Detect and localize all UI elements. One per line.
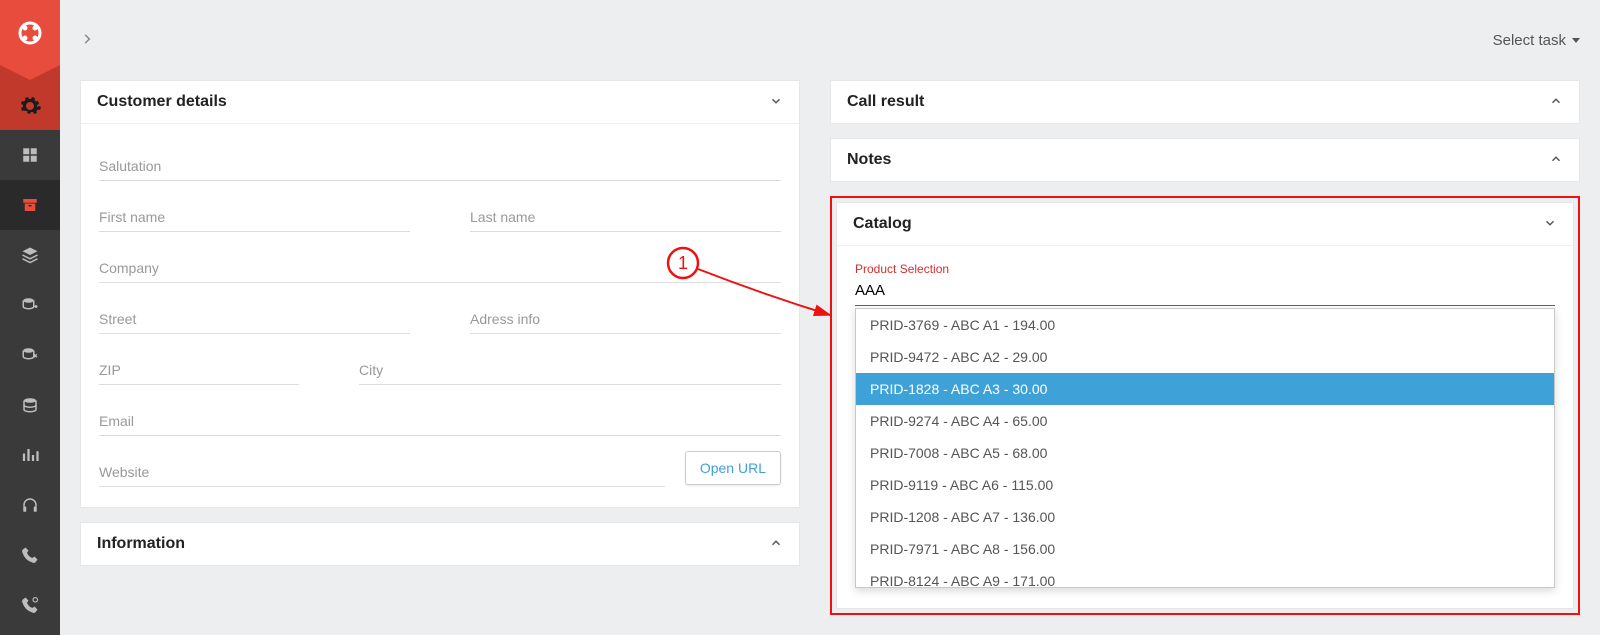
panel-header-call-result[interactable]: Call result — [831, 81, 1579, 123]
product-selection-input[interactable] — [855, 278, 1555, 306]
product-option[interactable]: PRID-1828 - ABC A3 - 30.00 — [856, 373, 1554, 405]
panel-call-result: Call result — [830, 80, 1580, 124]
panel-notes: Notes — [830, 138, 1580, 182]
archive-icon — [21, 196, 39, 214]
app-logo[interactable] — [0, 0, 60, 65]
product-option[interactable]: PRID-7971 - ABC A8 - 156.00 — [856, 533, 1554, 565]
breadcrumb[interactable] — [80, 32, 94, 49]
nav-db-minus[interactable] — [0, 330, 60, 380]
nav-database[interactable] — [0, 380, 60, 430]
gear-icon — [18, 94, 42, 118]
address-info-input[interactable] — [470, 305, 781, 334]
nav-archive[interactable] — [0, 180, 60, 230]
chart-icon — [21, 446, 39, 464]
first-name-input[interactable] — [99, 203, 410, 232]
nav-chart[interactable] — [0, 430, 60, 480]
panel-header-information[interactable]: Information — [81, 523, 799, 565]
panel-title: Information — [97, 535, 185, 553]
chevron-up-icon — [769, 536, 783, 553]
product-option[interactable]: PRID-7008 - ABC A5 - 68.00 — [856, 437, 1554, 469]
product-option[interactable]: PRID-9472 - ABC A2 - 29.00 — [856, 341, 1554, 373]
annotation-highlight-box: Catalog Product Selection PRID-3769 - AB… — [830, 196, 1580, 615]
main-area: Select task Customer details Salutat — [60, 0, 1600, 635]
panel-catalog: Catalog Product Selection PRID-3769 - AB… — [836, 202, 1574, 609]
product-selection-label: Product Selection — [855, 262, 1555, 276]
db-minus-icon — [21, 346, 39, 364]
phone-icon — [21, 546, 39, 564]
dashboard-icon — [21, 146, 39, 164]
database-icon — [21, 396, 39, 414]
panel-title: Customer details — [97, 93, 227, 111]
panel-header-customer[interactable]: Customer details — [81, 81, 799, 123]
panel-title: Notes — [847, 151, 891, 169]
db-plus-icon — [21, 296, 39, 314]
zip-input[interactable] — [99, 356, 299, 385]
chevron-up-icon — [1549, 94, 1563, 111]
nav-layers[interactable] — [0, 230, 60, 280]
product-option[interactable]: PRID-9274 - ABC A4 - 65.00 — [856, 405, 1554, 437]
nav-headphones[interactable] — [0, 480, 60, 530]
topbar: Select task — [60, 0, 1600, 80]
product-dropdown[interactable]: PRID-3769 - ABC A1 - 194.00PRID-9472 - A… — [855, 308, 1555, 588]
caret-down-icon — [1572, 38, 1580, 43]
panel-title: Call result — [847, 93, 924, 111]
email-input[interactable] — [99, 407, 781, 436]
panel-header-catalog[interactable]: Catalog — [837, 203, 1573, 245]
select-task-dropdown[interactable]: Select task — [1493, 32, 1580, 49]
product-option[interactable]: PRID-9119 - ABC A6 - 115.00 — [856, 469, 1554, 501]
street-input[interactable] — [99, 305, 410, 334]
company-input[interactable] — [99, 254, 781, 283]
panel-customer-details: Customer details Salutation — [80, 80, 800, 508]
product-option[interactable]: PRID-8124 - ABC A9 - 171.00 — [856, 565, 1554, 588]
chevron-right-icon — [80, 32, 94, 46]
panel-title: Catalog — [853, 215, 912, 233]
open-url-button[interactable]: Open URL — [685, 451, 781, 485]
sidebar — [0, 0, 60, 635]
panel-header-notes[interactable]: Notes — [831, 139, 1579, 181]
logo-icon — [14, 17, 46, 49]
phone-config-icon — [21, 596, 39, 614]
chevron-down-icon — [1543, 216, 1557, 233]
headphones-icon — [21, 496, 39, 514]
chevron-up-icon — [1549, 152, 1563, 169]
nav-dashboard[interactable] — [0, 130, 60, 180]
layers-icon — [21, 246, 39, 264]
nav-db-plus[interactable] — [0, 280, 60, 330]
product-option[interactable]: PRID-1208 - ABC A7 - 136.00 — [856, 501, 1554, 533]
nav-phone-config[interactable] — [0, 580, 60, 630]
select-task-label: Select task — [1493, 32, 1566, 49]
product-option[interactable]: PRID-3769 - ABC A1 - 194.00 — [856, 309, 1554, 341]
last-name-input[interactable] — [470, 203, 781, 232]
city-input[interactable] — [359, 356, 781, 385]
chevron-down-icon — [769, 94, 783, 111]
salutation-input[interactable] — [99, 152, 781, 181]
panel-information: Information — [80, 522, 800, 566]
nav-phone[interactable] — [0, 530, 60, 580]
website-input[interactable] — [99, 458, 665, 487]
